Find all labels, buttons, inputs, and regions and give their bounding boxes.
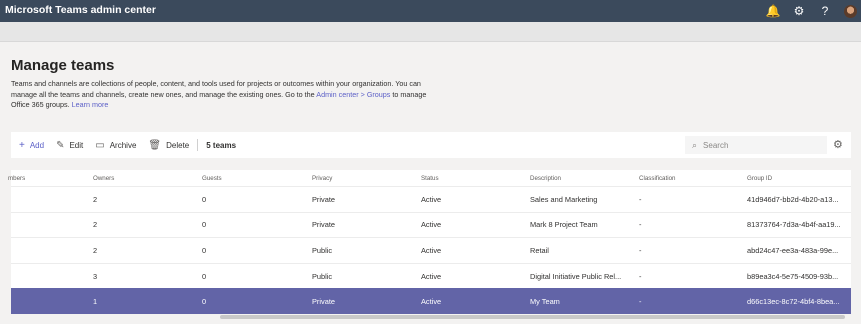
cell-status: Active: [421, 245, 442, 255]
cell-status: Active: [421, 194, 442, 204]
cell-description: Digital Initiative Public Rel...: [530, 271, 622, 281]
toolbar: + Add ✎ Edit ▭ Archive 🗑 Delete 5 teams …: [11, 132, 851, 158]
add-label: Add: [29, 140, 45, 150]
cell-classification: -: [639, 271, 642, 281]
plus-icon: +: [19, 139, 25, 151]
cell-guests: 0: [202, 245, 207, 255]
column-settings-icon[interactable]: ⚙: [833, 138, 843, 151]
table-row[interactable]: 2 0 Private Active Sales and Marketing -…: [11, 186, 851, 212]
page-description: Teams and channels are collections of pe…: [11, 79, 441, 111]
cell-description: My Team: [530, 297, 560, 307]
cell-classification: -: [639, 245, 642, 255]
teams-table: mbers Owners Guests Privacy Status Descr…: [8, 170, 851, 314]
cell-description: Retail: [530, 245, 549, 255]
archive-icon: ▭: [95, 139, 105, 151]
cell-guests: 0: [202, 194, 207, 204]
learn-more-link[interactable]: Learn more: [72, 100, 109, 109]
cell-owners: 2: [93, 245, 98, 255]
cell-description: Mark 8 Project Team: [530, 220, 598, 230]
cell-status: Active: [421, 220, 442, 230]
pencil-icon: ✎: [56, 139, 65, 151]
table-row-selected[interactable]: 1 0 Private Active My Team - d66c13ec-8c…: [11, 288, 851, 314]
cell-owners: 2: [93, 194, 98, 204]
horizontal-scrollbar[interactable]: [220, 315, 845, 319]
cell-classification: -: [639, 297, 642, 307]
search-icon: ⌕: [692, 139, 698, 150]
cell-owners: 1: [93, 297, 98, 307]
bell-icon[interactable]: 🔔: [760, 4, 786, 18]
col-header-guests[interactable]: Guests: [202, 170, 302, 186]
edit-label: Edit: [69, 140, 84, 150]
cell-owners: 3: [93, 271, 98, 281]
cell-description: Sales and Marketing: [530, 194, 598, 204]
cell-group-id: 41d946d7-bb2d-4b20-a13...: [747, 194, 839, 204]
gear-icon[interactable]: ⚙: [786, 4, 812, 18]
search-placeholder: Search: [703, 140, 729, 150]
col-header-status[interactable]: Status: [421, 170, 521, 186]
sub-bar: [0, 22, 861, 42]
cell-classification: -: [639, 220, 642, 230]
table-header: mbers Owners Guests Privacy Status Descr…: [8, 170, 851, 186]
col-header-owners[interactable]: Owners: [93, 170, 193, 186]
trash-icon: 🗑: [148, 139, 162, 151]
cell-privacy: Public: [312, 271, 333, 281]
cell-privacy: Public: [312, 245, 333, 255]
avatar[interactable]: [844, 4, 857, 18]
cell-classification: -: [639, 194, 642, 204]
col-header-group-id[interactable]: Group ID: [747, 170, 851, 186]
delete-button[interactable]: 🗑 Delete: [148, 140, 189, 151]
archive-button[interactable]: ▭ Archive: [95, 140, 136, 151]
help-icon[interactable]: ?: [812, 4, 838, 18]
edit-button[interactable]: ✎ Edit: [56, 140, 83, 151]
col-header-members[interactable]: mbers: [8, 170, 78, 186]
search-input[interactable]: ⌕ Search: [685, 136, 827, 154]
table-row[interactable]: 2 0 Public Active Retail - abd24c47-ee3a…: [11, 237, 851, 263]
archive-label: Archive: [109, 140, 137, 150]
cell-guests: 0: [202, 220, 207, 230]
add-button[interactable]: + Add: [19, 140, 44, 151]
cell-guests: 0: [202, 297, 207, 307]
page-title: Manage teams: [11, 57, 115, 74]
cell-privacy: Private: [312, 194, 336, 204]
table-row[interactable]: 2 0 Private Active Mark 8 Project Team -…: [11, 211, 851, 238]
toolbar-divider: [197, 139, 199, 151]
col-header-privacy[interactable]: Privacy: [312, 170, 412, 186]
cell-guests: 0: [202, 271, 207, 281]
team-count: 5 teams: [206, 140, 237, 150]
col-header-classification[interactable]: Classification: [639, 170, 739, 186]
app-title[interactable]: Microsoft Teams admin center: [5, 4, 156, 16]
cell-group-id: abd24c47-ee3a-483a-99e...: [747, 245, 839, 255]
col-header-description[interactable]: Description: [530, 170, 630, 186]
table-row[interactable]: 3 0 Public Active Digital Initiative Pub…: [11, 262, 851, 289]
cell-group-id: d66c13ec-8c72-4bf4-8bea...: [747, 297, 840, 307]
cell-group-id: b89ea3c4-5e75-4509-93b...: [747, 271, 839, 281]
cell-privacy: Private: [312, 297, 336, 307]
cell-privacy: Private: [312, 220, 336, 230]
admin-groups-link[interactable]: Admin center > Groups: [316, 90, 390, 99]
top-bar: Microsoft Teams admin center 🔔 ⚙ ?: [0, 0, 861, 22]
cell-group-id: 81373764-7d3a-4b4f-aa19...: [747, 220, 841, 230]
cell-status: Active: [421, 297, 442, 307]
cell-status: Active: [421, 271, 442, 281]
cell-owners: 2: [93, 220, 98, 230]
delete-label: Delete: [166, 140, 190, 150]
top-bar-icons: 🔔 ⚙ ?: [760, 0, 861, 22]
